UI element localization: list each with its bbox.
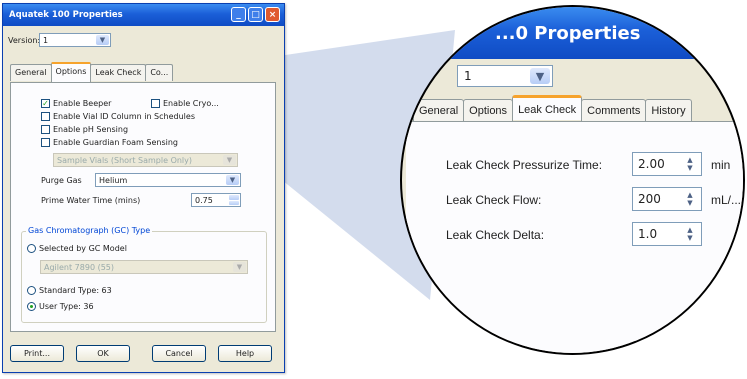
leak-delta-label: Leak Check Delta: [446,228,545,242]
spin-arrows-icon [229,195,239,205]
enable-cryo-label: Enable Cryo... [163,99,219,108]
print-button[interactable]: Print... [10,345,64,362]
radio-selected-by-model[interactable]: Selected by GC Model [27,244,127,253]
cancel-button[interactable]: Cancel [152,345,206,362]
magnified-version-label: ion: [412,70,432,84]
spin-arrows-icon: ▲ ▼ [687,191,693,207]
radio-circle [27,244,36,253]
magnified-titlebar: ...0 Properties [402,7,743,59]
radio-user-type[interactable]: User Type: 36 [27,302,94,311]
enable-vial-id-checkbox[interactable]: Enable Vial ID Column in Schedules [41,112,195,121]
standard-type-label: Standard Type: 63 [39,286,112,295]
version-label: Version: [8,36,41,45]
gc-model-value: Agilent 7890 (55) [44,262,114,272]
magnified-version-select[interactable]: 1 ▼ [457,65,553,87]
prime-time-label: Prime Water Time (mins) [41,196,141,205]
chevron-down-icon: ▼ [96,35,109,45]
pressurize-time-label: Leak Check Pressurize Time: [446,158,603,172]
spin-arrows-icon: ▲ ▼ [687,156,693,172]
foam-sensing-value: Sample Vials (Short Sample Only) [57,155,193,165]
magnified-title: ...0 Properties [495,23,641,44]
radio-standard-type[interactable]: Standard Type: 63 [27,286,112,295]
prime-time-value: 0.75 [195,195,213,205]
magnified-tab-options[interactable]: Options [463,99,514,122]
magnified-tab-leak-check[interactable]: Leak Check [512,95,583,120]
chevron-down-icon: ▼ [233,262,246,272]
tab-comments[interactable]: Co... [145,64,174,81]
leak-flow-value: 200 [638,192,661,206]
leak-delta-value: 1.0 [638,227,658,241]
tab-general[interactable]: General [10,64,52,81]
checkbox-box [41,125,50,134]
pressurize-time-spinner[interactable]: 2.00 ▲ ▼ [632,152,702,176]
checkmark-icon: ✓ [41,99,50,108]
magnified-tabs: General Options Leak Check Comments Hist… [413,95,692,122]
checkbox-box [41,138,50,147]
magnified-tab-history[interactable]: History [645,99,692,122]
checkbox-box [151,99,160,108]
minimize-button[interactable]: _ [231,7,246,22]
tab-options[interactable]: Options [50,62,92,82]
prime-time-spinner[interactable]: 0.75 [191,193,241,207]
magnified-version-value: 1 [464,69,472,83]
gc-model-select[interactable]: Agilent 7890 (55) ▼ [40,260,248,274]
leak-flow-unit: mL/... [711,193,742,207]
maximize-button[interactable]: □ [248,7,263,22]
chevron-down-icon: ▼ [223,155,236,165]
enable-guardian-label: Enable Guardian Foam Sensing [53,138,178,147]
enable-cryo-checkbox[interactable]: Enable Cryo... [151,99,219,108]
pressurize-time-unit: min [711,158,731,172]
tab-leak-check[interactable]: Leak Check [90,64,147,81]
version-value: 1 [43,35,49,45]
dialog-tabs: General Options Leak Check Co... [10,62,174,82]
enable-guardian-checkbox[interactable]: Enable Guardian Foam Sensing [41,138,178,147]
selected-by-model-label: Selected by GC Model [39,244,127,253]
version-select[interactable]: 1 ▼ [39,33,111,47]
enable-ph-label: Enable pH Sensing [53,125,129,134]
checkbox-box [41,112,50,121]
chevron-down-icon: ▼ [226,175,239,185]
leak-delta-spinner[interactable]: 1.0 ▲ ▼ [632,222,702,246]
radio-circle [27,286,36,295]
ok-button[interactable]: OK [76,345,130,362]
enable-vial-id-label: Enable Vial ID Column in Schedules [53,112,195,121]
radio-circle [27,302,36,311]
user-type-label: User Type: 36 [39,302,94,311]
spin-arrows-icon: ▲ ▼ [687,226,693,242]
leak-check-panel: Leak Check Pressurize Time: 2.00 ▲ ▼ min … [406,121,743,353]
purge-gas-label: Purge Gas [41,176,82,185]
gc-group-title: Gas Chromatograph (GC) Type [26,226,153,235]
foam-sensing-select[interactable]: Sample Vials (Short Sample Only) ▼ [53,153,238,167]
chevron-down-icon: ▼ [530,68,550,84]
dialog-titlebar: Aquatek 100 Properties _ □ × [3,4,284,26]
properties-dialog: Aquatek 100 Properties _ □ × Version: 1 … [2,3,285,373]
enable-beeper-label: Enable Beeper [53,99,112,108]
pressurize-time-value: 2.00 [638,157,665,171]
leak-flow-label: Leak Check Flow: [446,193,542,207]
purge-gas-select[interactable]: Helium ▼ [95,173,241,187]
magnified-tab-comments[interactable]: Comments [581,99,647,122]
gc-type-group: Gas Chromatograph (GC) Type Selected by … [21,226,267,323]
help-button[interactable]: Help [218,345,272,362]
enable-beeper-checkbox[interactable]: ✓ Enable Beeper [41,99,111,108]
leak-flow-spinner[interactable]: 200 ▲ ▼ [632,187,702,211]
purge-gas-value: Helium [99,175,128,185]
enable-ph-checkbox[interactable]: Enable pH Sensing [41,125,128,134]
options-panel: ✓ Enable Beeper Enable Cryo... Enable Vi… [10,82,276,332]
magnifier-lens: ...0 Properties ion: 1 ▼ General Options… [400,5,745,355]
close-button[interactable]: × [265,7,280,22]
dialog-title: Aquatek 100 Properties [9,10,123,20]
magnified-tab-general[interactable]: General [413,99,465,122]
